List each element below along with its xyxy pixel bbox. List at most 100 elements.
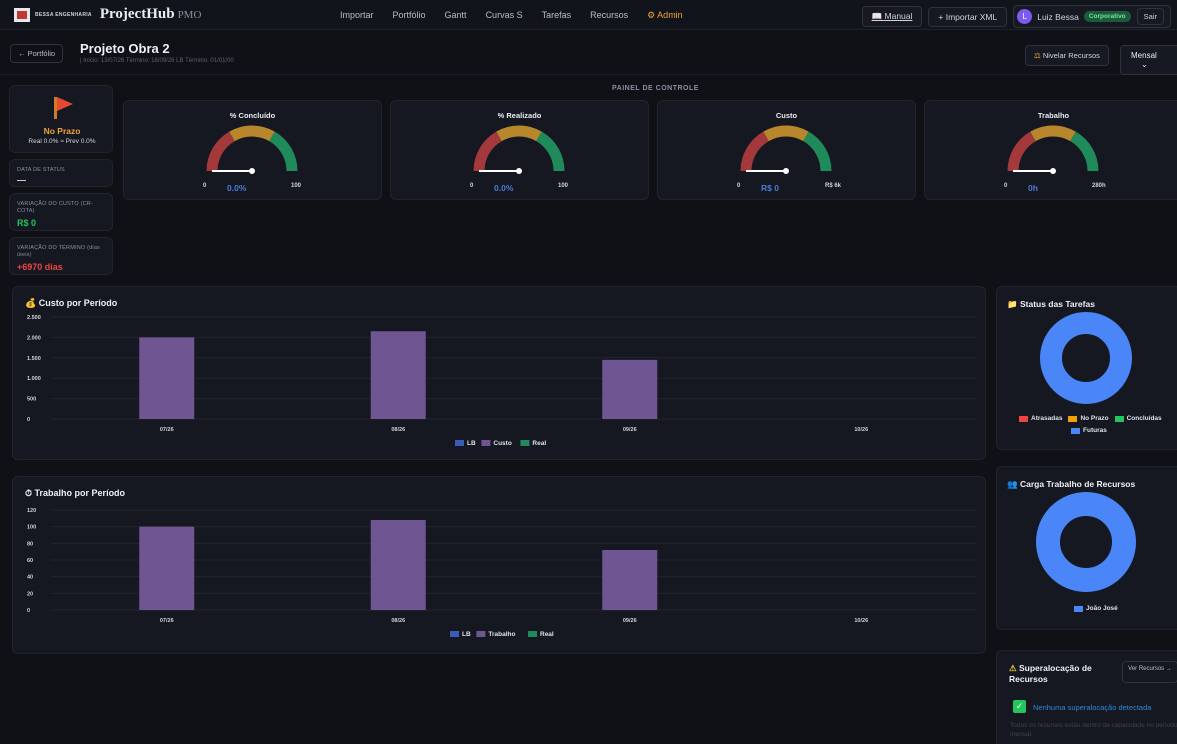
gauge-value: 0h [1028, 183, 1038, 193]
nav-importar[interactable]: Importar [340, 10, 374, 20]
brand[interactable]: BESSA ENGENHARIA ProjectHub PMO [14, 6, 201, 23]
project-header: ← Portfólio Projeto Obra 2 | Início: 13/… [0, 31, 1177, 75]
brand-name: ProjectHub [100, 6, 175, 23]
finish-variance-label: VARIAÇÃO DO TÉRMINO (dias úteis) [17, 245, 101, 258]
nav-gantt[interactable]: Gantt [445, 10, 467, 20]
bar-custo [602, 359, 658, 419]
gauge-completed: % Concluído 0 0.0% 100 [123, 100, 382, 200]
legend-swatch [1071, 427, 1080, 434]
gauge-green-arc [1069, 131, 1099, 172]
task-status-legend-2: Futuras [1071, 427, 1113, 434]
gauge-value: R$ 0 [761, 183, 779, 193]
overallocation-title-text: Superalocação de Recursos [1009, 663, 1092, 684]
gauge-hub [1050, 168, 1056, 174]
cost-variance-label: VARIAÇÃO DO CUSTO (CR-COTA) [17, 201, 94, 214]
overallocation-title: ⚠ Superalocação de Recursos [1009, 663, 1104, 685]
y-tick-label: 60 [27, 558, 33, 564]
legend-label: Atrasadas [1031, 415, 1063, 422]
flag-cloth [57, 97, 73, 111]
level-resources-label: Nivelar Recursos [1042, 51, 1100, 60]
gauge-max: 280h [1092, 183, 1106, 189]
x-tick-label: 08/26 [391, 427, 405, 433]
check-icon: ✓ [1013, 700, 1026, 713]
legend-futuras[interactable]: Futuras [1071, 427, 1107, 434]
nav-recursos[interactable]: Recursos [590, 10, 628, 20]
slice-joão-josé [1036, 492, 1136, 592]
gauge-value: 0.0% [227, 183, 247, 193]
legend-concluidas[interactable]: Concluídas [1114, 415, 1162, 422]
status-date-card: DATA DE STATUS — [9, 159, 113, 187]
level-resources-button[interactable]: ⚖ Nivelar Recursos [1025, 45, 1109, 66]
top-navbar: BESSA ENGENHARIA ProjectHub PMO Importar… [0, 0, 1177, 30]
gauge-amber-arc [496, 125, 542, 142]
legend-swatch [1019, 415, 1028, 422]
chevron-down-icon: ⌄ [1141, 60, 1148, 69]
work-bar-chart: 120 100 80 60 40 20 0 07/26 08/26 09/26 10/26 LB Tra… [27, 508, 977, 638]
y-tick-label: 2.500 [27, 315, 41, 321]
nav-admin[interactable]: ⚙ Admin [647, 10, 683, 21]
gauge-work: Trabalho 0 0h 280h [924, 100, 1177, 200]
nav-portfolio[interactable]: Portfólio [393, 10, 426, 20]
gauge-title: Custo [775, 111, 798, 120]
gauge-realized: % Realizado 0 0.0% 100 [390, 100, 649, 200]
work-by-period-card: ⏱ Trabalho por Período 120 100 80 60 40 20 0 07… [12, 476, 986, 654]
logout-button[interactable]: Sair [1136, 8, 1164, 25]
view-resources-button[interactable]: Ver Recursos → [1122, 661, 1177, 683]
legend-swatch [520, 440, 530, 446]
user-name: Luiz Bessa [1037, 11, 1079, 22]
gauge-title: % Realizado [497, 111, 542, 120]
legend-label: LB [467, 440, 476, 447]
gauge-red-arc [206, 131, 236, 172]
legend-label: João José [1086, 605, 1118, 612]
legend-atrasadas[interactable]: Atrasadas [1019, 415, 1062, 422]
resource-load-card: 👥 Carga Trabalho de Recursos João José [996, 466, 1177, 630]
schedule-status-card: No Prazo Real 0.0% ≈ Prev 0.0% [9, 85, 113, 153]
gauge-dial [206, 125, 298, 174]
legend-label: Real [532, 440, 546, 447]
legend-swatch [450, 631, 459, 637]
gauge-amber-arc [229, 125, 275, 142]
gauge-hub [516, 168, 522, 174]
legend-joao-jose[interactable]: João José [1074, 605, 1118, 612]
back-to-portfolio-button[interactable]: ← Portfólio [10, 44, 64, 63]
legend-no-prazo[interactable]: No Prazo [1068, 415, 1109, 422]
brand-company: BESSA ENGENHARIA [35, 11, 92, 18]
gauge-min: 0 [203, 183, 207, 189]
warning-icon: ⚠ [1009, 663, 1017, 673]
resource-load-legend: João José [1074, 605, 1124, 612]
x-tick-label: 09/26 [623, 618, 637, 624]
nav-curvas-s[interactable]: Curvas S [486, 10, 523, 20]
y-tick-label: 1.500 [27, 356, 41, 362]
finish-variance-card: VARIAÇÃO DO TÉRMINO (dias úteis) +6970 d… [9, 237, 113, 275]
user-menu[interactable]: L Luiz Bessa Corporativo Sair [1013, 5, 1171, 28]
brand-suffix: PMO [177, 8, 202, 21]
avatar: L [1017, 9, 1033, 24]
y-tick-label: 1.000 [27, 376, 41, 382]
brand-name-b: Hub [146, 6, 175, 22]
x-tick-label: 07/26 [160, 427, 174, 433]
cost-variance-value: R$ 0 [17, 218, 37, 228]
gauge-green-arc [802, 131, 832, 172]
overallocation-card: ⚠ Superalocação de Recursos Ver Recursos… [996, 650, 1177, 744]
gauge-red-arc [740, 131, 770, 172]
period-select[interactable]: Mensal ⌄ [1120, 45, 1177, 75]
y-tick-label: 120 [27, 508, 36, 514]
y-tick-label: 40 [27, 575, 33, 581]
gauge-red-arc [1007, 131, 1037, 172]
y-tick-label: 2.000 [27, 335, 41, 341]
manual-button[interactable]: 📖 Manual [861, 6, 923, 27]
legend-label: No Prazo [1080, 415, 1109, 422]
y-tick-label: 20 [27, 591, 33, 597]
gauge-green-arc [535, 131, 565, 172]
legend-label: Custo [493, 440, 511, 447]
import-xml-button[interactable]: + Importar XML [928, 6, 1008, 27]
nav-tarefas[interactable]: Tarefas [542, 10, 572, 20]
gauge-hub [249, 168, 255, 174]
legend-swatch [455, 440, 464, 446]
brand-name-a: Project [99, 6, 147, 22]
overallocation-status: Nenhuma superalocação detectada [1033, 703, 1152, 712]
schedule-status-detail: Real 0.0% ≈ Prev 0.0% [28, 138, 96, 145]
gauge-dial [473, 125, 565, 174]
y-tick-label: 100 [27, 525, 36, 531]
period-select-value: Mensal [1131, 51, 1157, 60]
